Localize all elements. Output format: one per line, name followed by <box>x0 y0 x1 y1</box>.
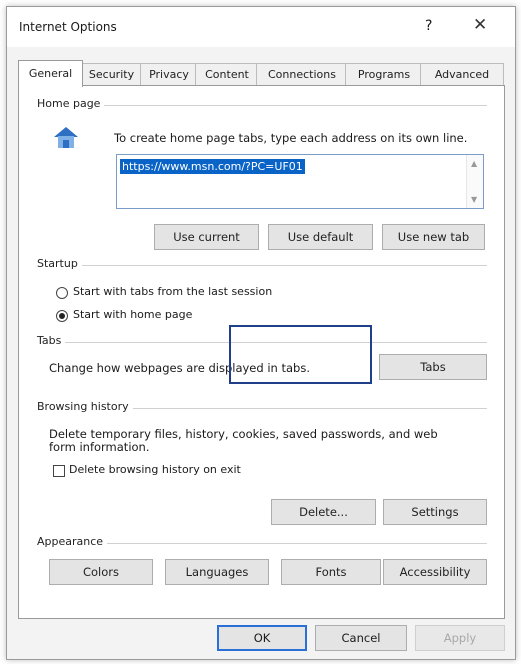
home-page-instruction: To create home page tabs, type each addr… <box>114 131 468 145</box>
tabs-settings-button[interactable]: Tabs <box>379 354 487 380</box>
browsing-history-description-line1: Delete temporary files, history, cookies… <box>49 427 438 441</box>
appearance-group-label: Appearance <box>37 535 108 548</box>
colors-button[interactable]: Colors <box>49 559 153 585</box>
history-settings-button[interactable]: Settings <box>383 499 487 525</box>
languages-button[interactable]: Languages <box>165 559 269 585</box>
title-bar: Internet Options ? ✕ <box>7 7 515 47</box>
startup-home-page-radio[interactable] <box>56 310 68 322</box>
tabs-group-label: Tabs <box>37 334 66 347</box>
tab-security[interactable]: Security <box>80 63 143 86</box>
tab-strip: General Security Privacy Content Connect… <box>18 60 504 87</box>
window-title: Internet Options <box>19 20 117 34</box>
browsing-history-group-label: Browsing history <box>37 400 133 413</box>
tab-advanced[interactable]: Advanced <box>420 63 504 86</box>
startup-group-line <box>39 265 487 266</box>
home-page-group-label: Home page <box>37 97 105 110</box>
home-page-group-line <box>39 105 487 106</box>
browsing-history-description-line2: form information. <box>49 440 150 454</box>
tab-programs[interactable]: Programs <box>345 63 423 86</box>
startup-group-label: Startup <box>37 257 82 270</box>
startup-last-session-label: Start with tabs from the last session <box>73 285 273 298</box>
startup-last-session-radio[interactable] <box>56 287 68 299</box>
home-page-url-textarea[interactable]: https://www.msn.com/?PC=UF01 ▲ ▼ <box>116 154 484 209</box>
tab-connections[interactable]: Connections <box>256 63 348 86</box>
use-current-button[interactable]: Use current <box>154 224 259 250</box>
ok-button[interactable]: OK <box>217 625 307 651</box>
use-new-tab-button[interactable]: Use new tab <box>382 224 485 250</box>
delete-history-button[interactable]: Delete... <box>271 499 376 525</box>
help-button[interactable]: ? <box>425 18 432 34</box>
startup-home-page-label: Start with home page <box>73 308 193 321</box>
delete-history-on-exit-checkbox[interactable] <box>53 465 65 477</box>
tab-privacy[interactable]: Privacy <box>140 63 198 86</box>
scroll-down-icon[interactable]: ▼ <box>471 195 477 204</box>
home-page-icon <box>51 124 81 150</box>
tab-general[interactable]: General <box>18 60 83 87</box>
accessibility-button[interactable]: Accessibility <box>383 559 487 585</box>
close-icon[interactable]: ✕ <box>473 15 487 35</box>
fonts-button[interactable]: Fonts <box>281 559 381 585</box>
delete-history-on-exit-label: Delete browsing history on exit <box>69 463 241 476</box>
annotation-highlight-box <box>229 325 372 384</box>
apply-button[interactable]: Apply <box>415 625 505 651</box>
cancel-button[interactable]: Cancel <box>315 625 407 651</box>
url-scrollbar[interactable]: ▲ ▼ <box>466 155 483 208</box>
use-default-button[interactable]: Use default <box>268 224 373 250</box>
home-page-url-text: https://www.msn.com/?PC=UF01 <box>120 159 305 174</box>
tab-content[interactable]: Content <box>195 63 259 86</box>
scroll-up-icon[interactable]: ▲ <box>471 159 477 168</box>
